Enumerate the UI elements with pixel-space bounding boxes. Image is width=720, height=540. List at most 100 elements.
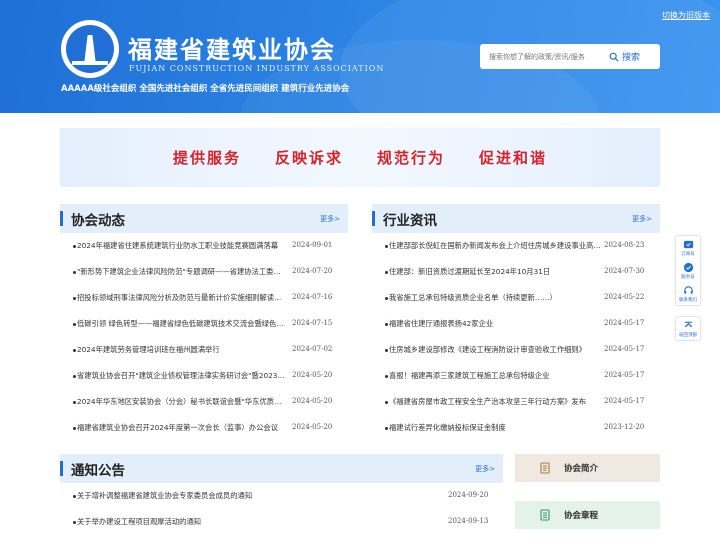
item-title[interactable]: 关于增补调整福建省建筑业协会专家委员会成员的通知 xyxy=(77,491,437,501)
list-item[interactable]: 省建筑业协会召开"建筑企业债权管理法律实务研讨会"暨2023年度工作总结 2024… xyxy=(60,363,348,389)
arrow-up-icon xyxy=(684,321,692,328)
association-charter-card[interactable]: 协会章程 xyxy=(515,501,660,529)
list-item[interactable]: 福建试行差异化缴纳投标保证金制度 2023-12-20 xyxy=(372,415,660,441)
search-button[interactable]: 搜索 xyxy=(605,50,640,63)
search-input[interactable] xyxy=(480,52,605,61)
regulation-icon xyxy=(540,509,550,521)
list-item[interactable]: 福建省建筑业协会召开2024年度第一次会长（监事）办公会议 2024-05-20 xyxy=(60,415,348,441)
item-date: 2024-07-15 xyxy=(292,319,333,327)
more-link[interactable]: 更多> xyxy=(475,464,495,474)
item-date: 2024-05-17 xyxy=(604,345,645,353)
bullet-icon xyxy=(73,271,76,274)
item-title[interactable]: 2024年福建省住建系统建筑行业防水工职业技能竞赛圆满落幕 xyxy=(77,241,287,251)
bullet-icon xyxy=(73,349,76,352)
item-title[interactable]: 2024年华东地区安装协会（分会）秘书长联谊会暨"华东优质安装工程"评选 xyxy=(77,397,287,407)
item-title[interactable]: 住建部：新旧资质过渡期延长至2024年10月31日 xyxy=(389,267,601,277)
headset-icon xyxy=(683,286,693,294)
item-title[interactable]: 《福建省房屋市政工程安全生产治本攻坚三年行动方案》发布 xyxy=(389,397,601,407)
association-logo[interactable] xyxy=(61,20,119,78)
honors-line: AAAAA级社会组织 全国先进社会组织 全省先进民间组织 建筑行业先进协会 xyxy=(61,84,350,94)
slogan-2: 反映诉求 xyxy=(274,149,343,167)
item-date: 2024-09-01 xyxy=(292,241,333,249)
item-title[interactable]: 喜报！福建再添三家建筑工程施工总承包特级企业 xyxy=(389,371,601,381)
bullet-icon xyxy=(385,401,388,404)
panel-title: 协会动态 xyxy=(71,213,125,229)
title-accent-bar xyxy=(372,211,375,226)
item-date: 2024-05-17 xyxy=(604,397,645,405)
item-title[interactable]: 福建省建筑业协会召开2024年度第一次会长（监事）办公会议 xyxy=(77,423,287,433)
contact-us-button[interactable]: 联系我们 xyxy=(676,282,700,305)
slogan-banner[interactable]: 提供服务 反映诉求 规范行为 促进和谐 xyxy=(60,128,660,187)
site-header: 福建省建筑业协会 FUJIAN CONSTRUCTION INDUSTRY AS… xyxy=(0,0,720,113)
list-item[interactable]: 低碳引领 绿色转型——福建省绿色低碳建筑技术交流会暨绿色建筑创新奖申报 2024-… xyxy=(60,311,348,337)
item-title[interactable]: 我省施工总承包特级资质企业名单（持续更新……） xyxy=(389,293,601,303)
float-label: 联系我们 xyxy=(679,298,697,303)
logo-base xyxy=(72,61,108,65)
item-date: 2024-05-17 xyxy=(604,371,645,379)
slogan-3: 规范行为 xyxy=(377,149,446,167)
list-item[interactable]: 《福建省房屋市政工程安全生产治本攻坚三年行动方案》发布 2024-05-17 xyxy=(372,389,660,415)
back-to-top-button[interactable]: 返回顶部 xyxy=(676,317,700,340)
card-label: 协会简介 xyxy=(564,464,599,474)
subscribe-account-button[interactable]: 订阅号 xyxy=(676,236,700,259)
item-date: 2024-05-17 xyxy=(604,319,645,327)
item-title[interactable]: 住建部部长倪虹在国新办新闻发布会上介绍住房城乡建设事业高质量发展 xyxy=(389,241,601,251)
list-item[interactable]: 住建部：新旧资质过渡期延长至2024年10月31日 2024-07-30 xyxy=(372,259,660,285)
notice-panel: 通知公告 更多> 关于增补调整福建省建筑业协会专家委员会成员的通知 2024-09… xyxy=(60,454,503,535)
industry-list: 住建部部长倪虹在国新办新闻发布会上介绍住房城乡建设事业高质量发展 2024-08-… xyxy=(372,233,660,441)
bullet-icon xyxy=(385,245,388,248)
association-intro-card[interactable]: 协会简介 xyxy=(515,454,660,482)
list-item[interactable]: 2024年福建省住建系统建筑行业防水工职业技能竞赛圆满落幕 2024-09-01 xyxy=(60,233,348,259)
panel-title: 行业资讯 xyxy=(383,213,437,229)
list-item[interactable]: 2024年华东地区安装协会（分会）秘书长联谊会暨"华东优质安装工程"评选 2024… xyxy=(60,389,348,415)
list-item[interactable]: 关于举办建设工程项目观摩活动的通知 2024-09-13 xyxy=(60,509,503,535)
item-title[interactable]: 福建试行差异化缴纳投标保证金制度 xyxy=(389,423,601,433)
item-date: 2024-07-30 xyxy=(604,267,645,275)
list-item[interactable]: 福建省住建厅通报表扬42家企业 2024-05-17 xyxy=(372,311,660,337)
float-label: 订阅号 xyxy=(681,252,695,257)
panel-header: 行业资讯 更多> xyxy=(372,204,660,233)
bullet-icon xyxy=(385,297,388,300)
bullet-icon xyxy=(385,427,388,430)
list-item[interactable]: 住建部部长倪虹在国新办新闻发布会上介绍住房城乡建设事业高质量发展 2024-08-… xyxy=(372,233,660,259)
service-account-button[interactable]: 服务号 xyxy=(676,259,700,282)
bullet-icon xyxy=(385,349,388,352)
list-item[interactable]: 住房城乡建设部修改《建设工程消防设计审查验收工作细则》 2024-05-17 xyxy=(372,337,660,363)
item-title[interactable]: 招投标领域刑事法律风险分析及防范与最新计价实施细则解读培训班成功举办 xyxy=(77,293,287,303)
float-label: 服务号 xyxy=(681,275,695,280)
item-title[interactable]: 关于举办建设工程项目观摩活动的通知 xyxy=(77,517,437,527)
bullet-icon xyxy=(385,271,388,274)
list-item[interactable]: "新形势下建筑企业法律风险防范"专题调研——省建协法工委在行动 2024-07-2… xyxy=(60,259,348,285)
item-title[interactable]: 2024年建筑劳务管理培训班在福州圆满举行 xyxy=(77,345,287,355)
item-date: 2024-05-20 xyxy=(292,423,333,431)
item-date: 2024-05-20 xyxy=(292,371,333,379)
bullet-icon xyxy=(73,297,76,300)
more-link[interactable]: 更多> xyxy=(320,214,340,224)
slogan-4: 促进和谐 xyxy=(479,149,548,167)
item-date: 2024-07-02 xyxy=(292,345,333,353)
wechat-icon xyxy=(683,240,693,249)
list-item[interactable]: 招投标领域刑事法律风险分析及防范与最新计价实施细则解读培训班成功举办 2024-0… xyxy=(60,285,348,311)
list-item[interactable]: 我省施工总承包特级资质企业名单（持续更新……） 2024-05-22 xyxy=(372,285,660,311)
document-icon xyxy=(540,462,550,474)
bullet-icon xyxy=(385,375,388,378)
item-title[interactable]: 省建筑业协会召开"建筑企业债权管理法律实务研讨会"暨2023年度工作总结 xyxy=(77,371,287,381)
item-title[interactable]: "新形势下建筑企业法律风险防范"专题调研——省建协法工委在行动 xyxy=(77,267,287,277)
list-item[interactable]: 关于增补调整福建省建筑业协会专家委员会成员的通知 2024-09-20 xyxy=(60,483,503,509)
list-item[interactable]: 2024年建筑劳务管理培训班在福州圆满举行 2024-07-02 xyxy=(60,337,348,363)
industry-news-panel: 行业资讯 更多> 住建部部长倪虹在国新办新闻发布会上介绍住房城乡建设事业高质量发… xyxy=(372,204,660,441)
item-date: 2024-09-20 xyxy=(448,491,489,499)
old-version-link[interactable]: 切换为旧版本 xyxy=(662,10,710,21)
item-title[interactable]: 福建省住建厅通报表扬42家企业 xyxy=(389,319,601,329)
bullet-icon xyxy=(73,323,76,326)
news-list: 2024年福建省住建系统建筑行业防水工职业技能竞赛圆满落幕 2024-09-01 … xyxy=(60,233,348,441)
item-title[interactable]: 低碳引领 绿色转型——福建省绿色低碳建筑技术交流会暨绿色建筑创新奖申报 xyxy=(77,319,287,329)
bullet-icon xyxy=(73,245,76,248)
more-link[interactable]: 更多> xyxy=(632,214,652,224)
panel-title: 通知公告 xyxy=(71,463,125,479)
item-title[interactable]: 住房城乡建设部修改《建设工程消防设计审查验收工作细则》 xyxy=(389,345,601,355)
floating-toolbar: 订阅号 服务号 联系我们 返回顶部 xyxy=(675,235,701,341)
bullet-icon xyxy=(73,521,76,524)
list-item[interactable]: 喜报！福建再添三家建筑工程施工总承包特级企业 2024-05-17 xyxy=(372,363,660,389)
logo-emblem xyxy=(66,25,114,73)
